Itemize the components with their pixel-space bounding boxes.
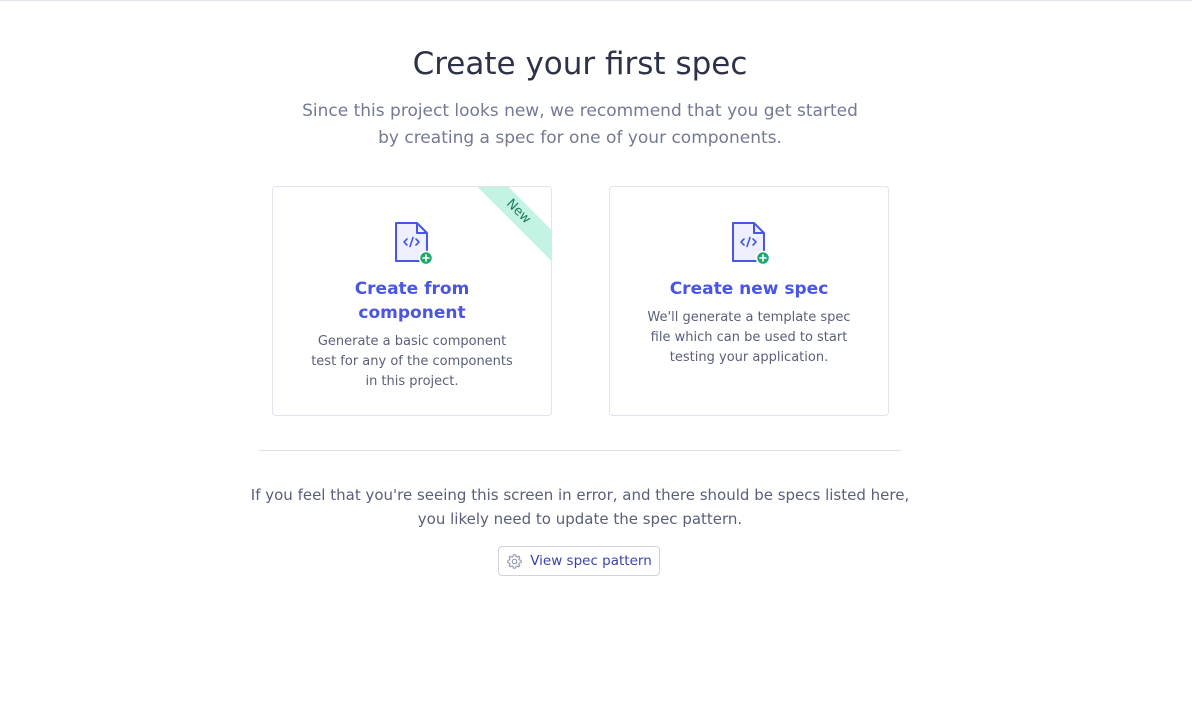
top-border <box>0 0 1192 1</box>
card-description: Generate a basic component test for any … <box>311 334 513 389</box>
document-code-add-icon <box>395 222 434 266</box>
gear-icon <box>507 553 522 569</box>
view-spec-pattern-button[interactable]: View spec pattern <box>498 546 660 576</box>
page-title: Create your first spec <box>412 46 748 82</box>
card-title: Create new spec <box>669 279 829 299</box>
spec-pattern-help-text: If you feel that you're seeing this scre… <box>250 486 910 528</box>
document-code-add-icon <box>732 222 771 266</box>
section-divider <box>259 450 901 451</box>
create-from-component-card[interactable]: New Create from component Generate a bas… <box>272 186 552 416</box>
card-title: Create from component <box>354 279 470 323</box>
create-new-spec-card[interactable]: Create new spec We'll generate a templat… <box>609 186 889 416</box>
page-subtitle: Since this project looks new, we recomme… <box>302 101 858 148</box>
new-badge: New <box>464 187 551 266</box>
card-description: We'll generate a template spec file whic… <box>647 310 851 365</box>
view-spec-pattern-label: View spec pattern <box>530 553 652 569</box>
